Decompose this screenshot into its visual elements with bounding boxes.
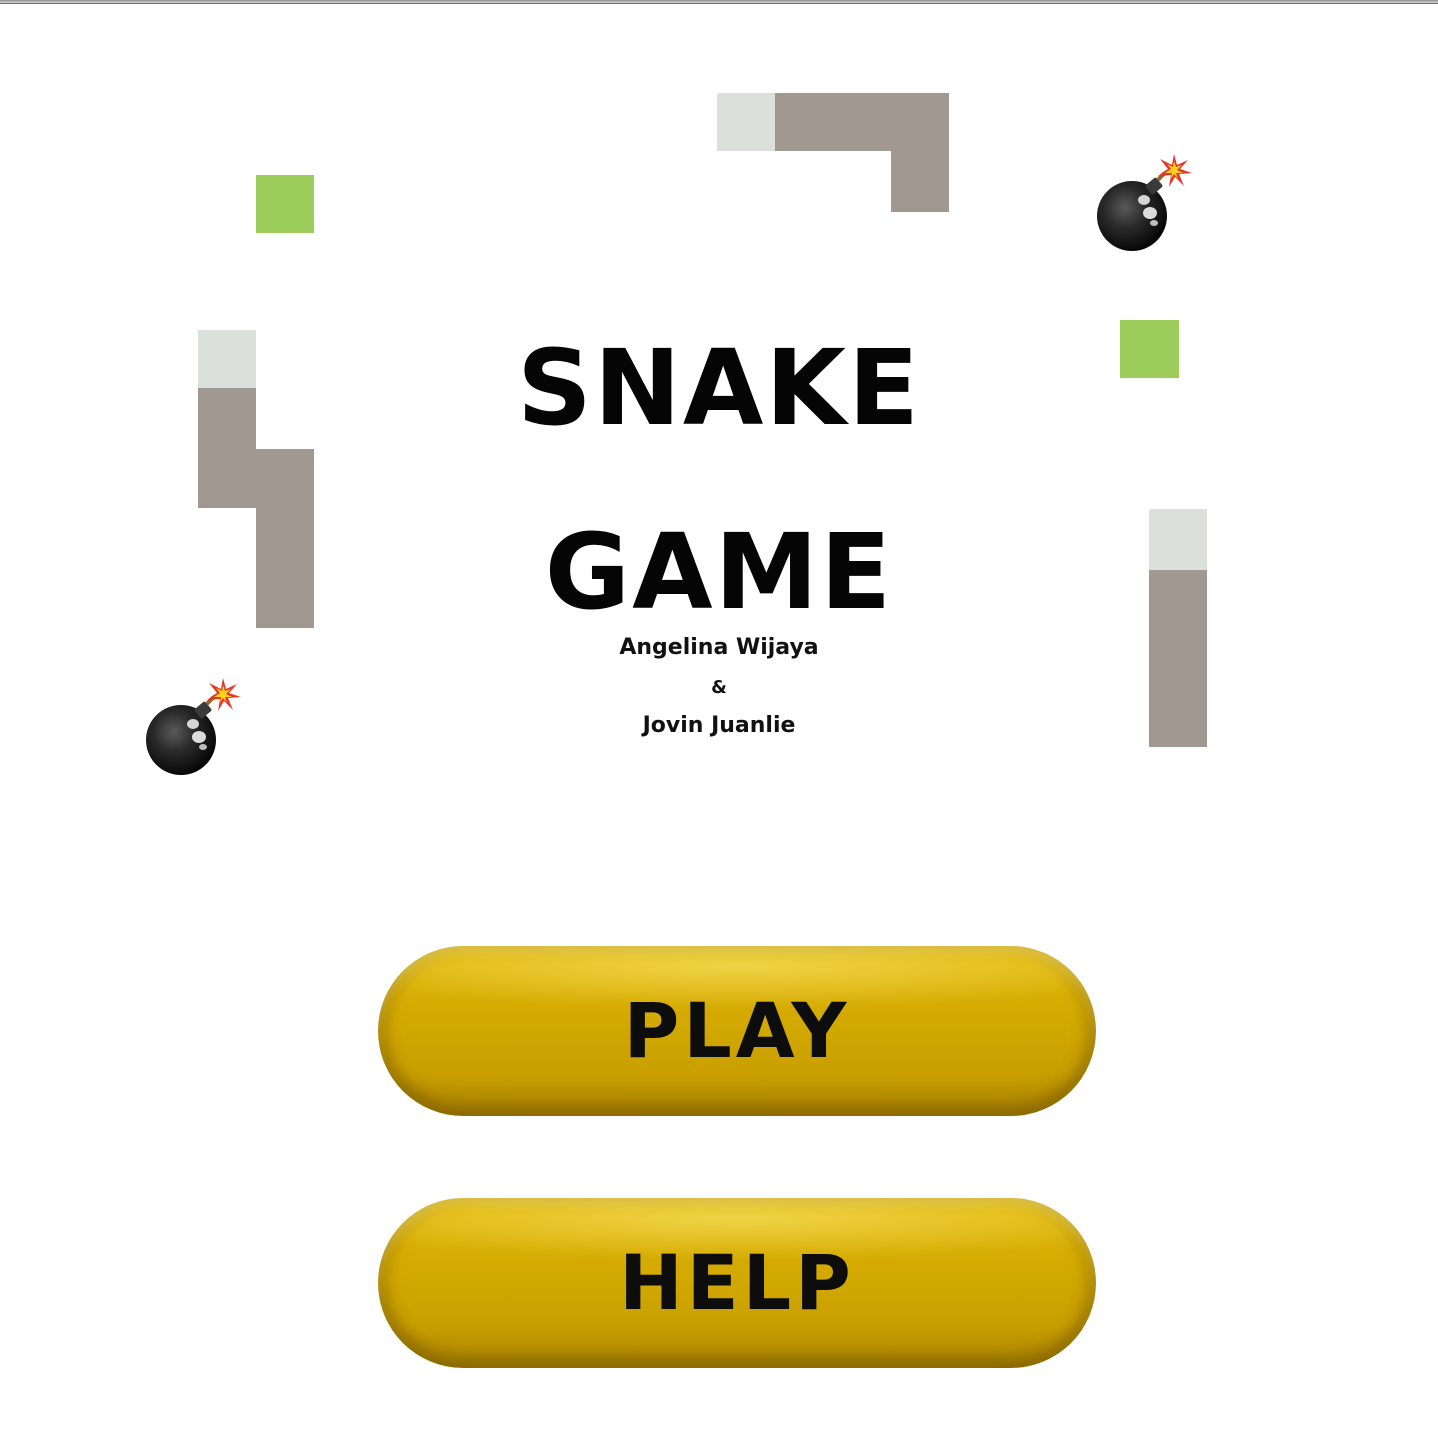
play-button[interactable]: PLAY	[378, 946, 1096, 1116]
snake-segment	[891, 93, 949, 151]
help-button-label: HELP	[619, 1238, 855, 1327]
bomb-icon	[1097, 154, 1192, 251]
credit-author-1: Angelina Wijaya	[619, 635, 819, 660]
food-pellet	[256, 175, 314, 233]
game-title-line-1: SNAKE	[516, 327, 922, 449]
snake-segment	[891, 151, 949, 212]
credit-ampersand: &	[711, 677, 727, 698]
snake-segment	[775, 93, 833, 151]
play-button-label: PLAY	[623, 986, 851, 1075]
credit-author-2: Jovin Juanlie	[642, 713, 796, 738]
snake-segment	[198, 449, 256, 508]
snake-head	[717, 93, 775, 151]
snake-segment	[833, 93, 891, 151]
snake-segment	[256, 449, 314, 508]
title-screen: SNAKE GAME Angelina Wijaya & Jovin Juanl…	[0, 0, 1438, 1440]
game-title-line-2: GAME	[544, 511, 894, 633]
help-button[interactable]: HELP	[378, 1198, 1096, 1368]
